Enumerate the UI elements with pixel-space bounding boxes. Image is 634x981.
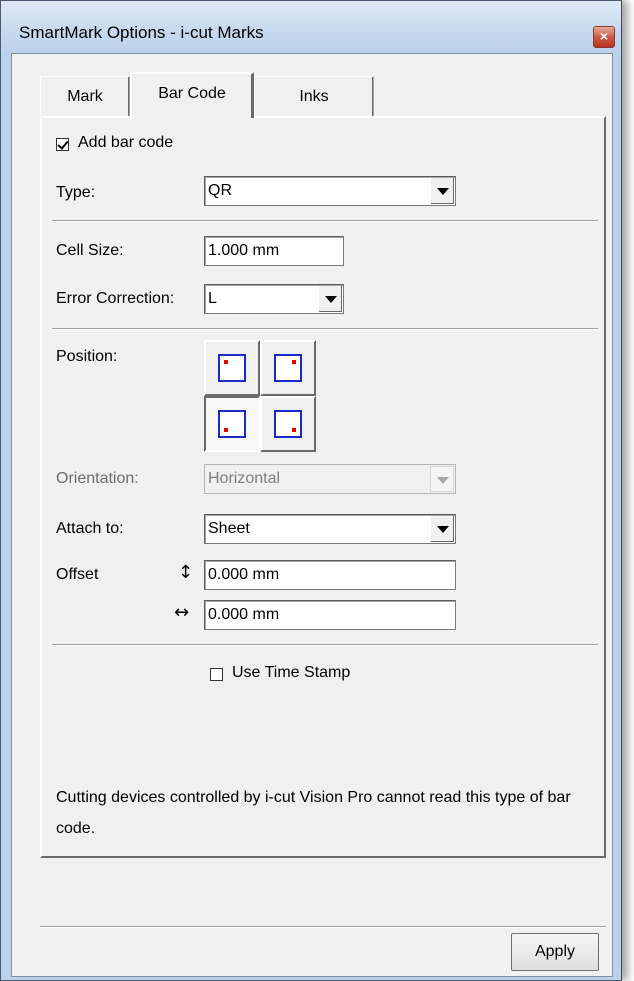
square-icon (274, 410, 302, 438)
footer-divider (40, 926, 606, 928)
apply-button[interactable]: Apply (511, 933, 599, 971)
chevron-down-icon[interactable] (430, 178, 454, 204)
tab-inks[interactable]: Inks (254, 76, 374, 116)
dialog-body: Mark Bar Code Inks Add bar code Type: QR… (11, 53, 613, 977)
orientation-select: Horizontal (204, 464, 456, 494)
barcode-warning-note: Cutting devices controlled by i-cut Visi… (56, 789, 571, 837)
use-time-stamp-checkbox[interactable] (210, 668, 223, 681)
dialog-window: SmartMark Options - i-cut Marks × Mark B… (0, 0, 622, 981)
bar-code-panel: Add bar code Type: QR Cell Size: 1.000 m… (40, 116, 606, 858)
offset-label: Offset (56, 566, 99, 583)
square-icon (218, 354, 246, 382)
attach-to-label: Attach to: (56, 520, 124, 537)
use-time-stamp-label[interactable]: Use Time Stamp (232, 664, 350, 682)
type-label: Type: (56, 184, 96, 201)
horizontal-arrows-icon: ↔ (174, 602, 190, 623)
close-icon: × (599, 28, 609, 44)
error-correction-label: Error Correction: (56, 290, 175, 307)
divider (52, 644, 598, 646)
orientation-label: Orientation: (56, 470, 139, 487)
chevron-down-icon (430, 466, 454, 492)
position-bottom-right-button[interactable] (260, 396, 316, 452)
close-button[interactable]: × (593, 26, 615, 48)
offset-horizontal-input[interactable]: 0.000 mm (204, 600, 456, 630)
chevron-down-icon[interactable] (318, 286, 342, 312)
offset-vertical-input[interactable]: 0.000 mm (204, 560, 456, 590)
type-select[interactable]: QR (204, 176, 456, 206)
cell-size-input[interactable]: 1.000 mm (204, 236, 344, 266)
tab-mark[interactable]: Mark (40, 76, 130, 116)
position-bottom-left-button[interactable] (204, 396, 260, 452)
attach-to-select[interactable]: Sheet (204, 514, 456, 544)
vertical-arrows-icon: ↕ (178, 562, 194, 583)
add-bar-code-checkbox[interactable] (56, 138, 69, 151)
tab-bar-code[interactable]: Bar Code (130, 72, 254, 118)
position-label: Position: (56, 348, 118, 365)
title-bar[interactable]: SmartMark Options - i-cut Marks × (1, 1, 621, 53)
square-icon (274, 354, 302, 382)
window-title: SmartMark Options - i-cut Marks (19, 23, 264, 42)
divider (52, 328, 598, 330)
position-top-right-button[interactable] (260, 340, 316, 396)
error-correction-select[interactable]: L (204, 284, 344, 314)
cell-size-label: Cell Size: (56, 242, 124, 259)
divider (52, 220, 598, 222)
position-top-left-button[interactable] (204, 340, 260, 396)
chevron-down-icon[interactable] (430, 516, 454, 542)
square-icon (218, 410, 246, 438)
add-bar-code-label[interactable]: Add bar code (78, 134, 173, 152)
